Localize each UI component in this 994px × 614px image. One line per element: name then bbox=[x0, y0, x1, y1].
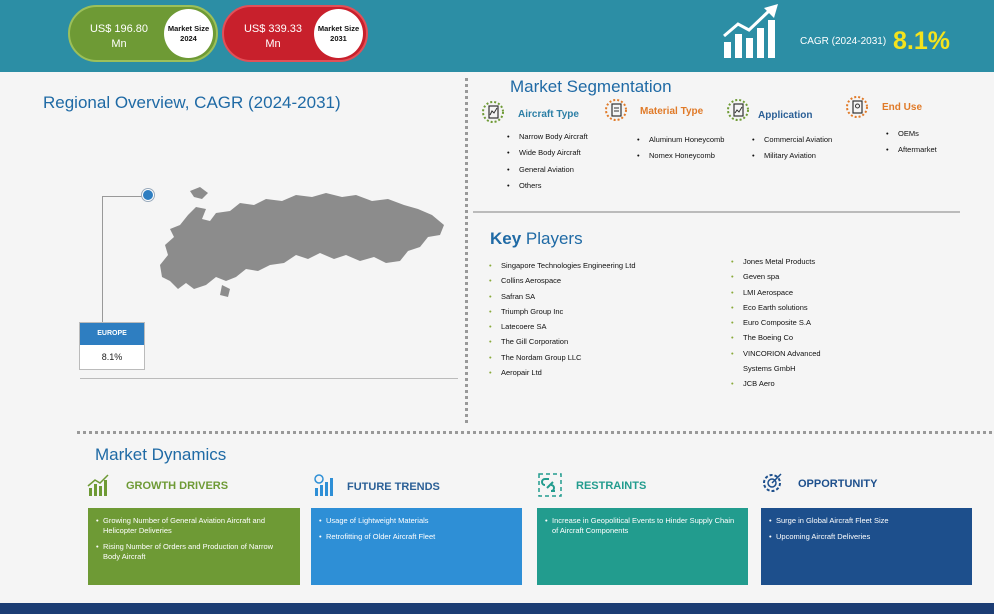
list-item: Geven spa bbox=[731, 269, 841, 285]
segment-heading-aircraft-type: Aircraft Type bbox=[518, 109, 579, 120]
cagr-label: CAGR (2024-2031) bbox=[800, 36, 887, 47]
restraints-icon bbox=[538, 473, 562, 497]
list-item: The Gill Corporation bbox=[489, 334, 636, 350]
key-players-title: Key Players bbox=[490, 229, 583, 249]
list-item: Commercial Aviation bbox=[752, 132, 832, 148]
segment-heading-application: Application bbox=[758, 110, 813, 121]
growth-drivers-heading: GROWTH DRIVERS bbox=[126, 480, 229, 492]
segmentation-divider bbox=[473, 211, 960, 213]
growth-chart-icon bbox=[723, 4, 778, 58]
region-cagr: 8.1% bbox=[101, 352, 123, 362]
segment-list-material-type: Aluminum Honeycomb Nomex Honeycomb bbox=[637, 132, 724, 163]
list-item: Military Aviation bbox=[752, 148, 832, 164]
market-size-year: 2031 bbox=[330, 33, 347, 43]
region-pin-icon bbox=[142, 189, 154, 201]
opportunity-card: Surge in Global Aircraft Fleet Size Upco… bbox=[761, 508, 972, 585]
list-item: OEMs bbox=[886, 126, 937, 142]
list-item: Retrofitting of Older Aircraft Fleet bbox=[319, 532, 514, 542]
list-item: General Aviation bbox=[507, 162, 588, 179]
key-players-list-2: Jones Metal Products Geven spa LMI Aeros… bbox=[731, 254, 841, 392]
market-size-2024-value: US$ 196.80 Mn bbox=[89, 23, 149, 50]
list-item: LMI Aerospace bbox=[731, 285, 841, 301]
list-item: Aftermarket bbox=[886, 142, 937, 158]
list-item: Euro Composite S.A bbox=[731, 315, 841, 331]
key-players-list-1: Singapore Technologies Engineering Ltd C… bbox=[489, 258, 636, 381]
future-trends-heading: FUTURE TRENDS bbox=[347, 481, 440, 493]
future-trends-icon bbox=[314, 474, 333, 496]
footer-bar bbox=[0, 603, 994, 614]
key-players-title-rest: Players bbox=[521, 229, 583, 248]
list-item: Nomex Honeycomb bbox=[637, 148, 724, 164]
market-dynamics-title: Market Dynamics bbox=[95, 445, 227, 464]
list-item: Eco Earth solutions bbox=[731, 300, 841, 316]
opportunity-heading: OPPORTUNITY bbox=[798, 478, 878, 490]
region-card-europe: EUROPE 8.1% bbox=[79, 322, 145, 370]
aircraft-type-icon bbox=[482, 101, 504, 123]
growth-drivers-card: Growing Number of General Aviation Aircr… bbox=[88, 508, 300, 585]
list-item: Latecoere SA bbox=[489, 319, 636, 335]
list-item: Upcoming Aircraft Deliveries bbox=[769, 532, 964, 542]
key-players-title-key: Key bbox=[490, 229, 522, 248]
list-item: Collins Aerospace bbox=[489, 273, 636, 289]
material-type-icon bbox=[605, 99, 627, 121]
list-item: Aluminum Honeycomb bbox=[637, 132, 724, 148]
list-item: Increase in Geopolitical Events to Hinde… bbox=[545, 516, 740, 536]
list-item: Jones Metal Products bbox=[731, 254, 841, 270]
restraints-card: Increase in Geopolitical Events to Hinde… bbox=[537, 508, 748, 585]
list-item: Safran SA bbox=[489, 289, 636, 305]
market-size-2024-badge: Market Size 2024 bbox=[164, 9, 213, 58]
region-pin-connector bbox=[102, 196, 148, 322]
list-item: The Boeing Co bbox=[731, 330, 841, 346]
vertical-divider bbox=[465, 78, 468, 423]
future-trends-card: Usage of Lightweight Materials Retrofitt… bbox=[311, 508, 522, 585]
regional-overview-title: Regional Overview, CAGR (2024-2031) bbox=[43, 93, 341, 112]
end-use-icon bbox=[846, 96, 868, 118]
list-item: Growing Number of General Aviation Aircr… bbox=[96, 516, 292, 536]
market-segmentation-title: Market Segmentation bbox=[510, 77, 672, 96]
list-item: The Nordam Group LLC bbox=[489, 350, 636, 366]
region-name: EUROPE bbox=[80, 323, 144, 345]
market-size-2031-badge: Market Size 2031 bbox=[314, 9, 363, 58]
market-size-2031-pill: US$ 339.33 Mn Market Size 2031 bbox=[222, 5, 368, 62]
list-item: Usage of Lightweight Materials bbox=[319, 516, 514, 526]
segment-list-aircraft-type: Narrow Body Aircraft Wide Body Aircraft … bbox=[507, 129, 588, 194]
list-item: Narrow Body Aircraft bbox=[507, 129, 588, 146]
market-size-year: 2024 bbox=[180, 33, 197, 43]
list-item: Rising Number of Orders and Production o… bbox=[96, 542, 292, 562]
growth-drivers-icon bbox=[87, 474, 109, 496]
divider bbox=[80, 378, 458, 379]
market-size-2024-pill: US$ 196.80 Mn Market Size 2024 bbox=[68, 5, 218, 62]
cagr-value: 8.1% bbox=[893, 27, 950, 55]
segment-heading-material-type: Material Type bbox=[640, 106, 704, 117]
market-size-label: Market Size bbox=[167, 23, 210, 33]
list-item: Others bbox=[507, 178, 588, 195]
list-item: Wide Body Aircraft bbox=[507, 145, 588, 162]
list-item: Singapore Technologies Engineering Ltd bbox=[489, 258, 636, 274]
market-size-2031-value: US$ 339.33 Mn bbox=[243, 23, 303, 50]
list-item: JCB Aero bbox=[731, 376, 841, 392]
restraints-heading: RESTRAINTS bbox=[576, 480, 647, 492]
list-item: Aeropair Ltd bbox=[489, 365, 636, 381]
list-item: Surge in Global Aircraft Fleet Size bbox=[769, 516, 964, 526]
market-size-label: Market Size bbox=[317, 23, 360, 33]
segment-list-application: Commercial Aviation Military Aviation bbox=[752, 132, 832, 164]
segment-heading-end-use: End Use bbox=[882, 102, 923, 113]
horizontal-divider bbox=[77, 431, 992, 434]
segment-list-end-use: OEMs Aftermarket bbox=[886, 126, 937, 158]
application-icon bbox=[727, 99, 749, 121]
opportunity-icon bbox=[763, 473, 782, 492]
europe-russia-map bbox=[160, 187, 444, 297]
list-item: VINCORION Advanced Systems GmbH bbox=[731, 346, 841, 377]
list-item: Triumph Group Inc bbox=[489, 304, 636, 320]
header-banner: US$ 196.80 Mn Market Size 2024 US$ 339.3… bbox=[0, 0, 994, 72]
